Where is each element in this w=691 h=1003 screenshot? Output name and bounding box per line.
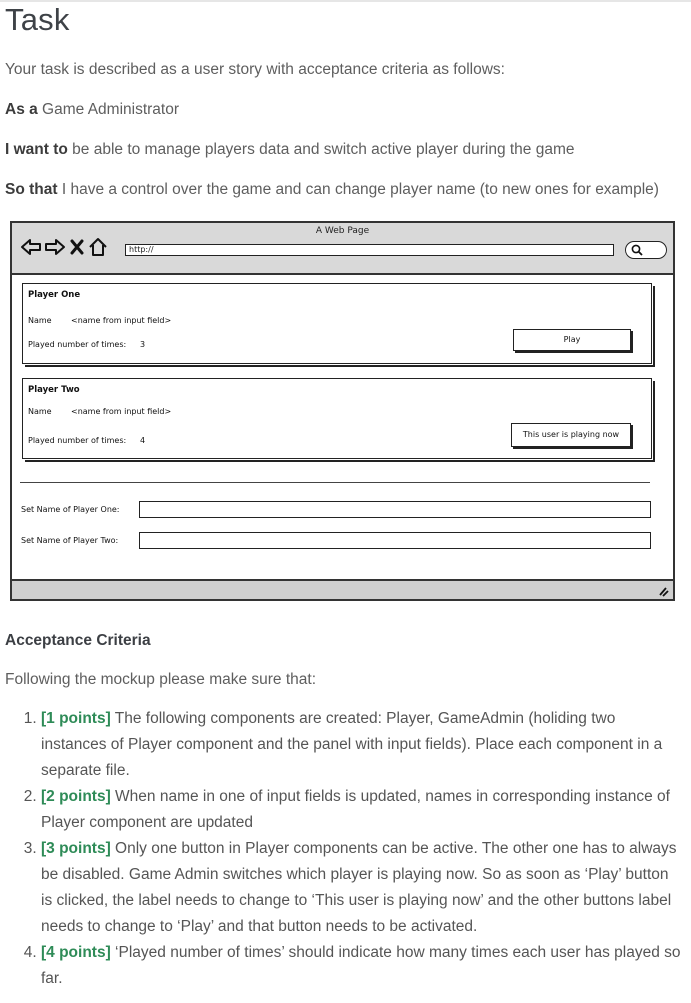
mockup-browser-bar: A Web Page http:// [12,223,673,275]
player-two-name-label: Name [28,407,52,416]
player-one-name-label: Name [28,316,52,325]
criteria-text: ‘Played number of times’ should indicate… [41,944,681,987]
criteria-item: [1 points] The following components are … [41,706,681,784]
player-one-title: Player One [28,290,81,300]
story-so-that: So that I have a control over the game a… [5,181,659,199]
back-arrow-icon [21,239,41,255]
mockup-status-bar [12,579,673,599]
criteria-item: [2 points] When name in one of input fie… [41,784,681,836]
acceptance-intro: Following the mockup please make sure th… [5,671,317,688]
player-two-title: Player Two [28,385,80,395]
story-as-a-text: Game Administrator [37,101,180,118]
mockup-search-box[interactable] [625,241,667,259]
story-want-label: I want to [5,141,68,158]
player-two-panel: Player Two Name <name from input field> … [22,378,655,462]
story-as-a-label: As a [5,101,38,118]
set-name-one-input[interactable] [139,501,651,518]
criteria-points: [4 points] [41,944,111,961]
mockup-window-title: A Web Page [315,226,370,236]
set-name-one-label: Set Name of Player One: [21,505,120,514]
story-want-text: be able to manage players data and switc… [67,141,575,158]
forward-arrow-icon [45,239,65,255]
set-name-two-input[interactable] [139,532,651,549]
story-so-that-label: So that [5,181,58,198]
home-icon [89,238,107,256]
resize-grip-icon [659,587,669,597]
player-two-playing-button[interactable]: This user is playing now [511,423,631,447]
player-two-name-value: <name from input field> [71,407,172,416]
player-one-played-value: 3 [140,340,146,349]
set-name-two-label: Set Name of Player Two: [21,536,119,545]
acceptance-heading: Acceptance Criteria [5,632,151,649]
criteria-text: When name in one of input fields is upda… [41,788,670,831]
player-one-play-button[interactable]: Play [513,329,631,351]
criteria-item: [4 points] ‘Played number of times’ shou… [41,940,681,992]
web-page-mockup: A Web Page http:// Player One Name <name… [10,221,675,601]
criteria-item: [3 points] Only one button in Player com… [41,836,681,940]
mockup-divider [20,482,650,483]
story-so-that-text: I have a control over the game and can c… [57,181,659,198]
mockup-nav-icons [20,237,120,259]
story-as-a: As a Game Administrator [5,101,179,119]
criteria-text: The following components are created: Pl… [41,710,663,779]
criteria-points: [1 points] [41,710,111,727]
story-want: I want to be able to manage players data… [5,141,575,159]
player-one-played-label: Played number of times: [28,340,127,349]
player-one-panel: Player One Name <name from input field> … [22,283,655,367]
acceptance-criteria-list: [1 points] The following components are … [5,706,681,992]
criteria-text: Only one button in Player components can… [41,840,677,935]
top-divider [0,0,691,2]
intro-text: Your task is described as a user story w… [5,61,505,78]
player-two-played-label: Played number of times: [28,436,127,445]
criteria-points: [2 points] [41,788,111,805]
criteria-points: [3 points] [41,840,111,857]
search-icon [631,244,643,256]
player-one-name-value: <name from input field> [71,316,172,325]
close-icon [70,239,84,255]
mockup-url-bar[interactable]: http:// [125,244,614,256]
player-two-played-value: 4 [140,436,146,445]
page-title: Task [5,2,70,37]
